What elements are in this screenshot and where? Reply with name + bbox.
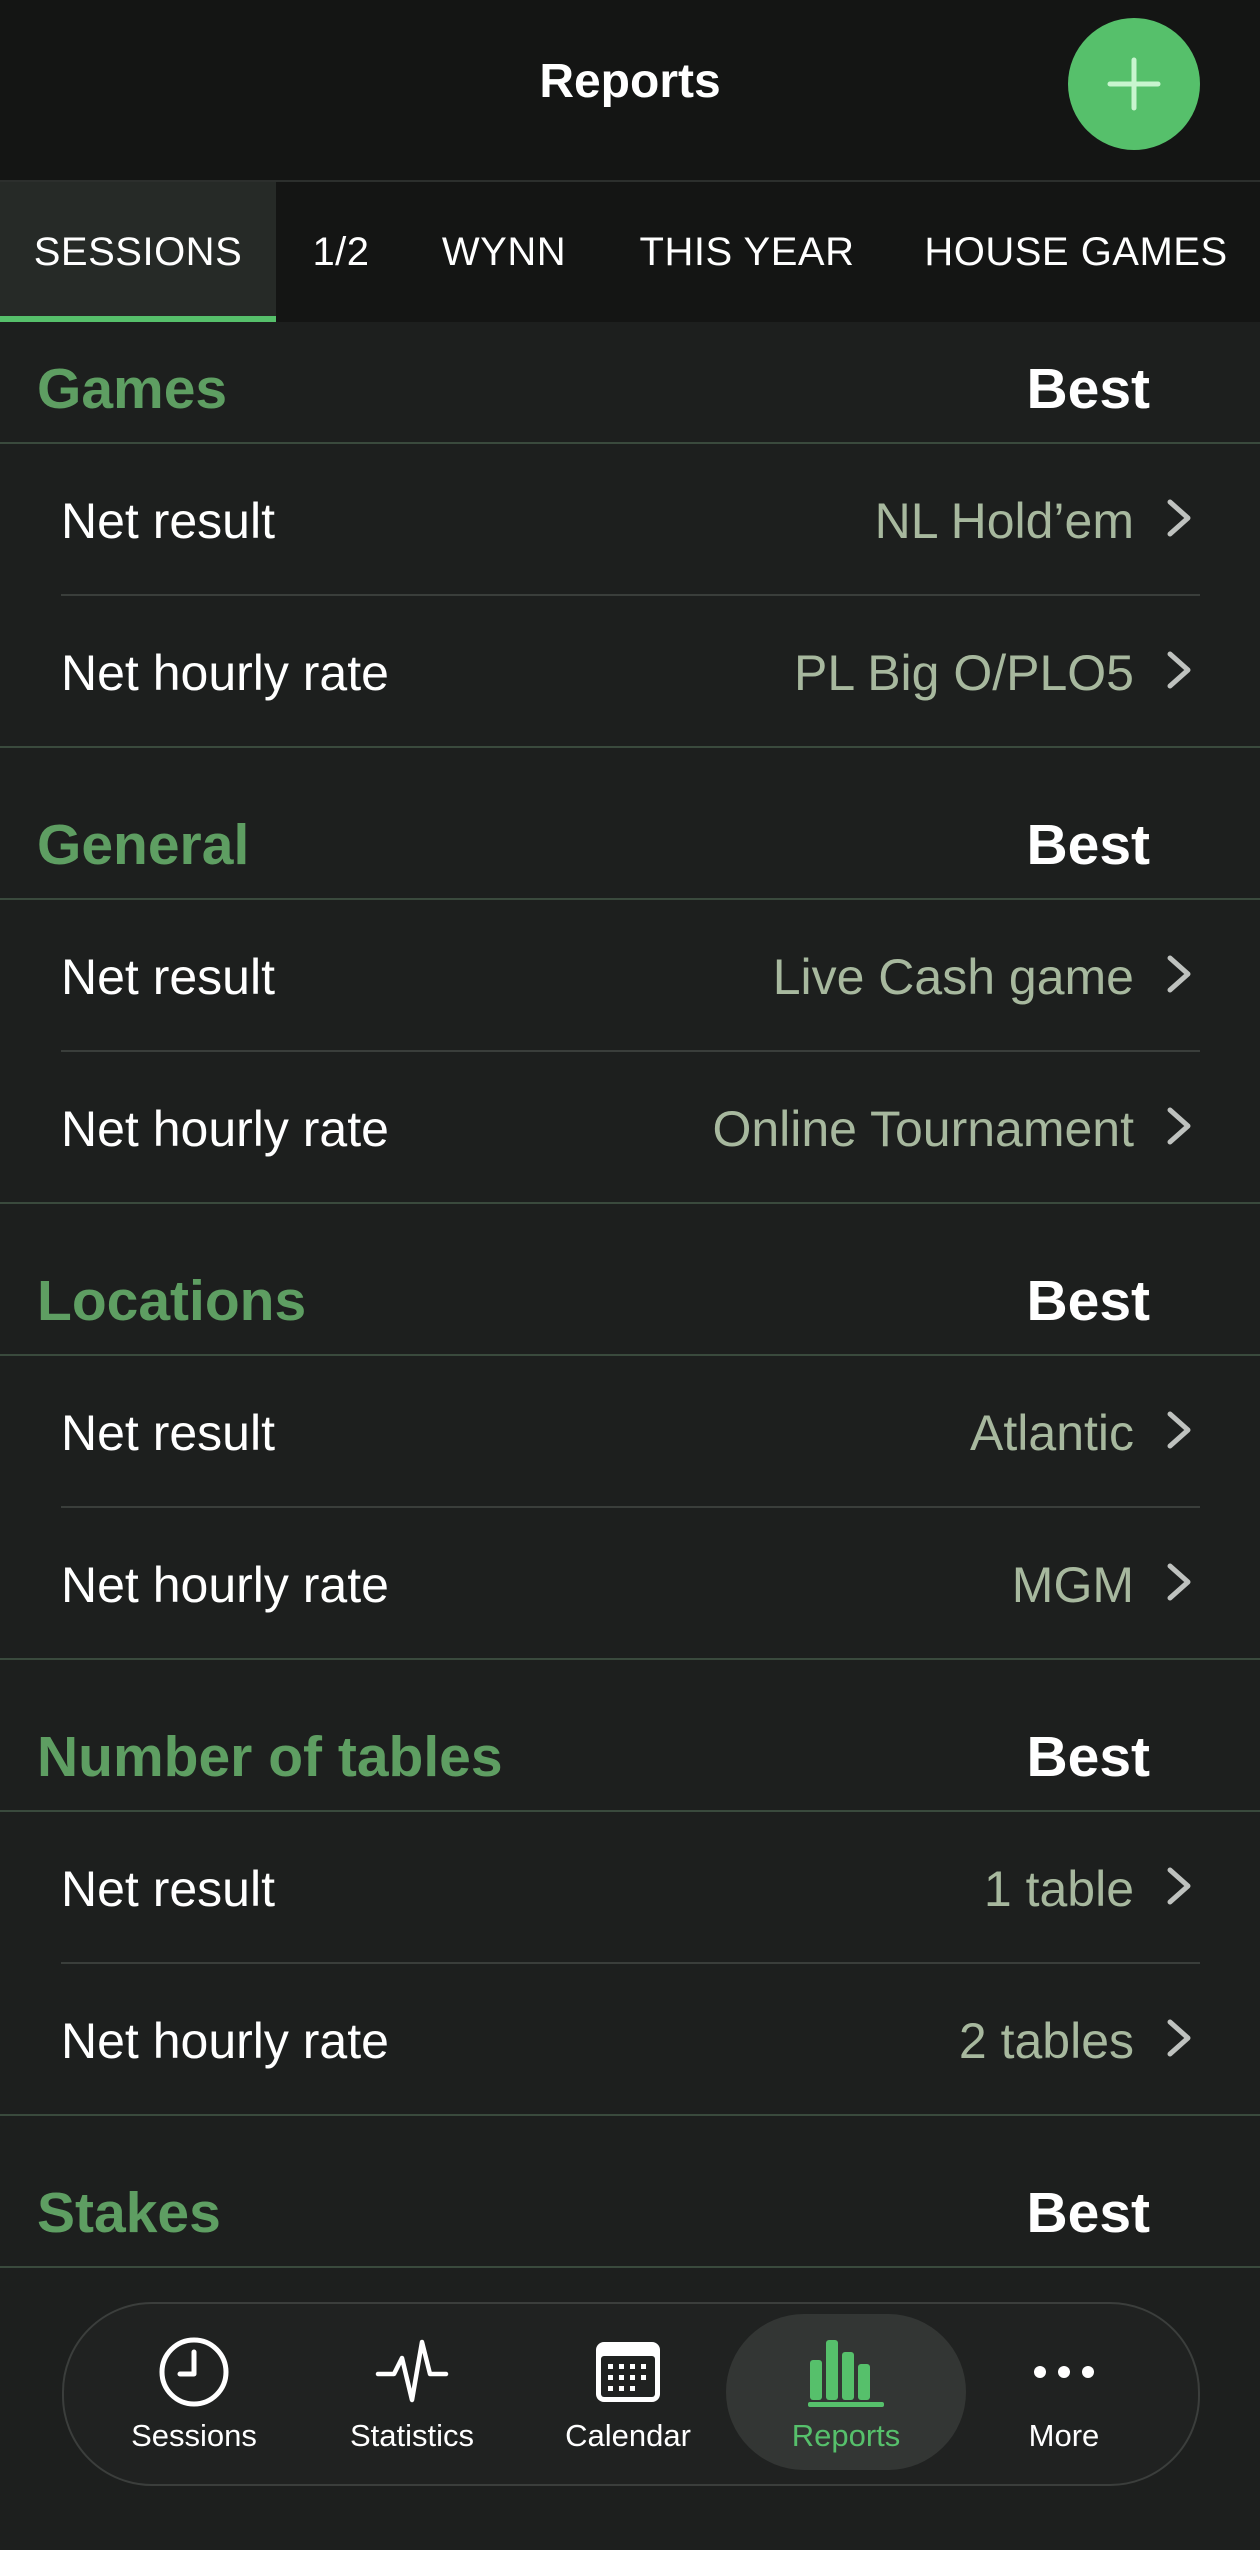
section-title: Number of tables bbox=[37, 1725, 503, 1789]
general-net-hourly-rate-row[interactable]: Net hourly rate Online Tournament bbox=[0, 1052, 1260, 1204]
row-value: NL Hold’em bbox=[874, 493, 1134, 549]
row-value: 2 tables bbox=[958, 2013, 1134, 2069]
tables-net-hourly-rate-row[interactable]: Net hourly rate 2 tables bbox=[0, 1964, 1260, 2116]
ellipsis-icon bbox=[1034, 2366, 1094, 2378]
divider bbox=[0, 1658, 1260, 1660]
row-label: Net result bbox=[61, 949, 275, 1005]
tab-this-year[interactable]: THIS YEAR bbox=[602, 182, 892, 322]
best-column-label: Best bbox=[1026, 357, 1150, 421]
nav-label: Sessions bbox=[131, 2418, 257, 2453]
bar-chart-icon bbox=[808, 2340, 884, 2407]
divider bbox=[0, 746, 1260, 748]
pulse-icon bbox=[375, 2339, 449, 2403]
nav-label: Calendar bbox=[565, 2418, 691, 2453]
nav-calendar[interactable]: Calendar bbox=[508, 2314, 748, 2470]
nav-statistics[interactable]: Statistics bbox=[292, 2314, 532, 2470]
best-column-label: Best bbox=[1026, 1725, 1150, 1789]
plus-icon bbox=[1107, 57, 1161, 111]
best-column-label: Best bbox=[1026, 2181, 1150, 2245]
chevron-right-icon bbox=[1167, 2019, 1191, 2057]
top-bar: Reports bbox=[0, 0, 1260, 182]
row-value: PL Big O/PLO5 bbox=[794, 645, 1134, 701]
row-value: Atlantic bbox=[970, 1405, 1134, 1461]
nav-label: Reports bbox=[791, 2418, 901, 2453]
row-label: Net hourly rate bbox=[61, 645, 389, 701]
best-column-label: Best bbox=[1026, 813, 1150, 877]
calendar-icon bbox=[596, 2342, 660, 2402]
nav-sessions[interactable]: Sessions bbox=[74, 2314, 314, 2470]
row-label: Net result bbox=[61, 1405, 275, 1461]
chevron-right-icon bbox=[1167, 651, 1191, 689]
section-header-general: General Best bbox=[0, 778, 1260, 906]
tables-net-result-row[interactable]: Net result 1 table bbox=[0, 1812, 1260, 1964]
chevron-right-icon bbox=[1167, 499, 1191, 537]
row-label: Net hourly rate bbox=[61, 2013, 389, 2069]
section-title: General bbox=[37, 813, 250, 877]
section-title: Locations bbox=[37, 1269, 307, 1333]
row-label: Net result bbox=[61, 1861, 275, 1917]
section-title: Stakes bbox=[37, 2181, 221, 2245]
divider bbox=[0, 2114, 1260, 2116]
section-header-stakes: Stakes Best bbox=[0, 2146, 1260, 2274]
row-label: Net hourly rate bbox=[61, 1557, 389, 1613]
chevron-right-icon bbox=[1167, 955, 1191, 993]
nav-label: Statistics bbox=[349, 2418, 475, 2453]
section-header-games: Games Best bbox=[0, 322, 1260, 450]
row-value: MGM bbox=[1011, 1557, 1134, 1613]
best-column-label: Best bbox=[1026, 1269, 1150, 1333]
row-value: 1 table bbox=[983, 1861, 1134, 1917]
nav-reports[interactable]: Reports bbox=[726, 2314, 966, 2470]
divider bbox=[0, 2266, 1260, 2268]
section-title: Games bbox=[37, 357, 228, 421]
chevron-right-icon bbox=[1167, 1867, 1191, 1905]
clock-icon bbox=[159, 2337, 229, 2407]
add-button[interactable] bbox=[1068, 18, 1200, 150]
row-label: Net hourly rate bbox=[61, 1101, 389, 1157]
section-header-locations: Locations Best bbox=[0, 1234, 1260, 1362]
games-net-hourly-rate-row[interactable]: Net hourly rate PL Big O/PLO5 bbox=[0, 596, 1260, 748]
general-net-result-row[interactable]: Net result Live Cash game bbox=[0, 900, 1260, 1052]
tab-house-games[interactable]: HOUSE GAMES bbox=[892, 182, 1260, 322]
chevron-right-icon bbox=[1167, 1107, 1191, 1145]
row-label: Net result bbox=[61, 493, 275, 549]
tab-sessions[interactable]: SESSIONS bbox=[0, 182, 276, 322]
row-value: Online Tournament bbox=[712, 1101, 1134, 1157]
nav-label: More bbox=[1028, 2418, 1100, 2453]
nav-more[interactable]: More bbox=[944, 2314, 1184, 2470]
row-value: Live Cash game bbox=[772, 949, 1134, 1005]
locations-net-hourly-rate-row[interactable]: Net hourly rate MGM bbox=[0, 1508, 1260, 1660]
chevron-right-icon bbox=[1167, 1411, 1191, 1449]
section-header-number-of-tables: Number of tables Best bbox=[0, 1690, 1260, 1818]
locations-net-result-row[interactable]: Net result Atlantic bbox=[0, 1356, 1260, 1508]
games-net-result-row[interactable]: Net result NL Hold’em bbox=[0, 444, 1260, 596]
divider bbox=[0, 1202, 1260, 1204]
tab-wynn[interactable]: WYNN bbox=[406, 182, 602, 322]
tab-1-2[interactable]: 1/2 bbox=[276, 182, 406, 322]
report-tabs: SESSIONS 1/2 WYNN THIS YEAR HOUSE GAMES bbox=[0, 182, 1260, 322]
chevron-right-icon bbox=[1167, 1563, 1191, 1601]
